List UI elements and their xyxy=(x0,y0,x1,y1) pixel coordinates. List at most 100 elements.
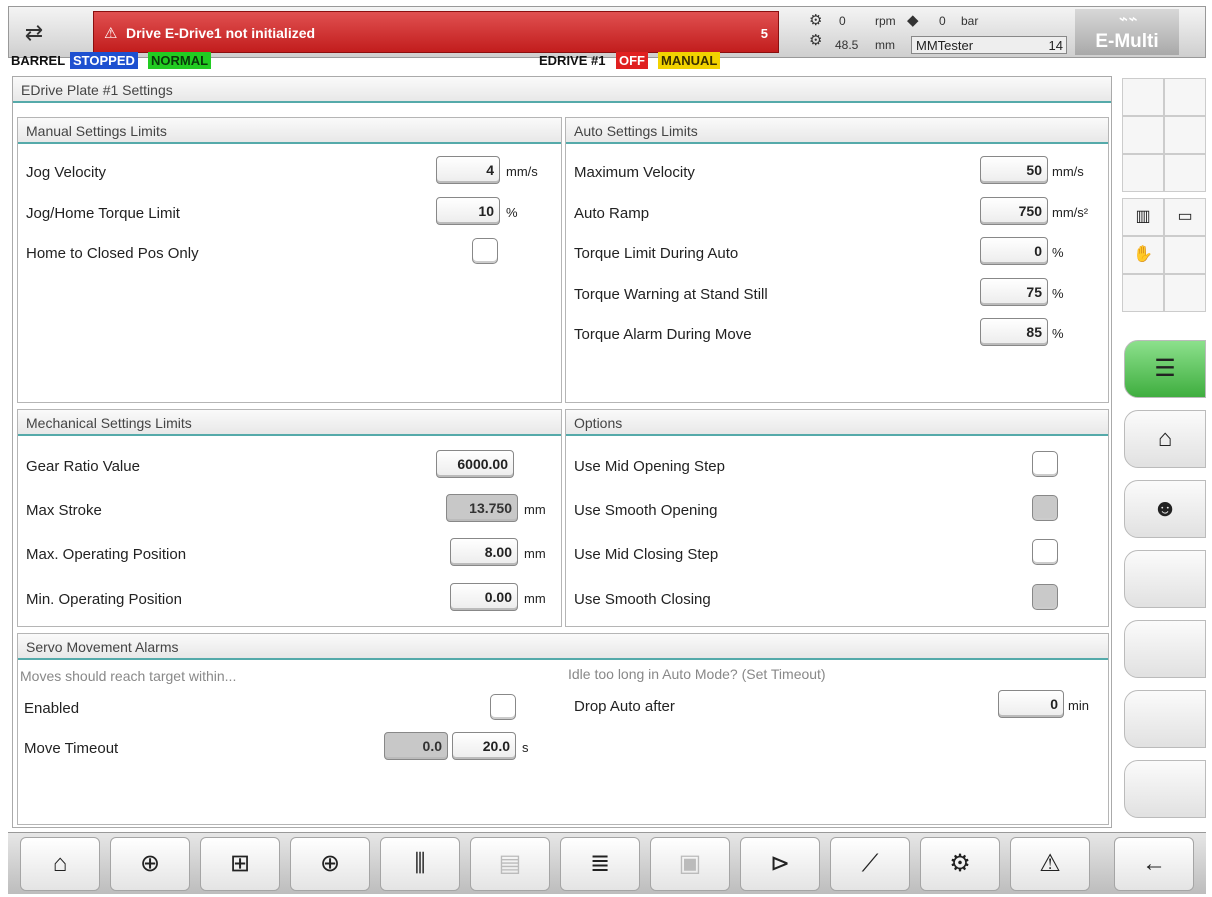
jog-torque-label: Jog/Home Torque Limit xyxy=(26,205,180,222)
display-icon[interactable]: ▭ xyxy=(1164,198,1206,236)
sidebar-slot-6[interactable] xyxy=(1164,154,1206,192)
logo-text: E-Multi xyxy=(1095,31,1159,52)
bottom-nav: ⌂ ⊕ ⊞ ⊕ ⫼ ▤ ≣ ▣ ⊳ ⟋ ⚙ ⚠ ← xyxy=(8,832,1206,894)
pressure-unit: bar xyxy=(961,14,979,28)
jog-torque-input[interactable]: 10 xyxy=(436,197,500,225)
move-timeout-input[interactable]: 20.0 xyxy=(452,732,516,760)
auto-ramp-label: Auto Ramp xyxy=(574,205,650,222)
list-icon[interactable]: ≣ xyxy=(560,837,640,891)
page-title: EDrive Plate #1 Settings xyxy=(13,77,1111,103)
robot-icon[interactable]: ▣ xyxy=(650,837,730,891)
jog-velocity-unit: mm/s xyxy=(506,164,538,179)
clamp-icon[interactable]: ⊞ xyxy=(200,837,280,891)
home-closed-label: Home to Closed Pos Only xyxy=(26,245,199,262)
sidebar-slot-2[interactable] xyxy=(1164,78,1206,116)
sidebar-blank-4[interactable] xyxy=(1124,760,1206,818)
chart-user-icon[interactable]: ⌂ xyxy=(1124,410,1206,468)
screw-speed-unit: rpm xyxy=(875,14,896,28)
alarm-count: 5 xyxy=(760,26,768,41)
production-icon[interactable]: ▤ xyxy=(470,837,550,891)
home-closed-checkbox[interactable] xyxy=(472,238,498,264)
user-name: MMTester xyxy=(916,38,974,53)
mid-opening-checkbox[interactable] xyxy=(1032,451,1058,477)
sidebar-slot-7[interactable] xyxy=(1164,236,1206,274)
auto-limits-section: Auto Settings Limits Maximum Velocity 50… xyxy=(565,117,1109,403)
gear-ratio-label: Gear Ratio Value xyxy=(26,458,140,475)
settings-list-icon[interactable]: ☰ xyxy=(1124,340,1206,398)
edrive-label: EDRIVE #1 xyxy=(539,53,606,68)
top-bar: ⇄ ⚠ Drive E-Drive1 not initialized 5 ⚙ ⚙… xyxy=(8,6,1206,58)
max-op-label: Max. Operating Position xyxy=(26,546,187,563)
sidebar-slot-8[interactable] xyxy=(1122,274,1164,312)
hand-manual-icon[interactable]: ✋ xyxy=(1122,236,1164,274)
alarm-message: Drive E-Drive1 not initialized xyxy=(126,25,316,41)
mechanical-section: Mechanical Settings Limits Gear Ratio Va… xyxy=(17,409,562,627)
user-level: 14 xyxy=(1048,38,1063,53)
sidebar-slot-5[interactable] xyxy=(1122,154,1164,192)
temperature-icon[interactable]: ⫼ xyxy=(380,837,460,891)
sidebar-slot-3[interactable] xyxy=(1122,116,1164,154)
servo-alarms-section: Servo Movement Alarms Moves should reach… xyxy=(17,633,1109,825)
move-timeout-unit: s xyxy=(522,740,529,755)
torque-alarm-input[interactable]: 85 xyxy=(980,318,1048,346)
smooth-closing-checkbox[interactable] xyxy=(1032,584,1058,610)
auto-ramp-input[interactable]: 750 xyxy=(980,197,1048,225)
home-icon[interactable]: ⌂ xyxy=(20,837,100,891)
operator-icon[interactable]: ☻ xyxy=(1124,480,1206,538)
max-velocity-label: Maximum Velocity xyxy=(574,164,695,181)
pressure-value: 0 xyxy=(939,14,946,28)
max-stroke-value: 13.750 xyxy=(446,494,518,522)
smooth-opening-checkbox[interactable] xyxy=(1032,495,1058,521)
max-stroke-label: Max Stroke xyxy=(26,502,102,519)
sidebar-slot-1[interactable] xyxy=(1122,78,1164,116)
max-velocity-input[interactable]: 50 xyxy=(980,156,1048,184)
servo-enabled-checkbox[interactable] xyxy=(490,694,516,720)
status-strip: BARREL STOPPED NORMAL EDRIVE #1 OFF MANU… xyxy=(8,52,1206,70)
sidebar-blank-1[interactable] xyxy=(1124,550,1206,608)
alarm-icon[interactable]: ⚠ xyxy=(1010,837,1090,891)
screw-position-unit: mm xyxy=(875,38,895,52)
torque-auto-label: Torque Limit During Auto xyxy=(574,245,739,262)
pressure-icon: ◆ xyxy=(907,12,919,29)
mold-icon[interactable]: ⊕ xyxy=(110,837,190,891)
smooth-opening-label: Use Smooth Opening xyxy=(574,502,718,519)
back-arrow-icon[interactable]: ← xyxy=(1114,837,1194,891)
injection-icon[interactable]: ⊕ xyxy=(290,837,370,891)
user-switch-icon[interactable]: ⇄ xyxy=(19,19,49,47)
barrel-label: BARREL xyxy=(11,53,66,68)
min-op-label: Min. Operating Position xyxy=(26,591,182,608)
settings-panel: EDrive Plate #1 Settings Manual Settings… xyxy=(12,76,1112,828)
torque-auto-unit: % xyxy=(1052,245,1064,260)
max-stroke-unit: mm xyxy=(524,502,546,517)
sidebar-slot-9[interactable] xyxy=(1164,274,1206,312)
settings-gears-icon[interactable]: ⚙ xyxy=(920,837,1000,891)
graph-icon[interactable]: ⟋ xyxy=(830,837,910,891)
drop-auto-input[interactable]: 0 xyxy=(998,690,1064,718)
torque-auto-input[interactable]: 0 xyxy=(980,237,1048,265)
max-velocity-unit: mm/s xyxy=(1052,164,1084,179)
min-op-input[interactable]: 0.00 xyxy=(450,583,518,611)
sidebar-blank-2[interactable] xyxy=(1124,620,1206,678)
jog-velocity-input[interactable]: 4 xyxy=(436,156,500,184)
gear-ratio-input[interactable]: 6000.00 xyxy=(436,450,514,478)
right-sidebar: ▥ ▭ ✋ ☰ ⌂ ☻ xyxy=(1122,76,1206,832)
barrel-mode-badge: NORMAL xyxy=(148,52,212,69)
manual-limits-title: Manual Settings Limits xyxy=(18,118,561,144)
auto-ramp-unit: mm/s² xyxy=(1052,205,1089,220)
alarm-banner[interactable]: ⚠ Drive E-Drive1 not initialized 5 xyxy=(93,11,779,53)
heater-icon[interactable]: ▥ xyxy=(1122,198,1164,236)
torque-alarm-label: Torque Alarm During Move xyxy=(574,326,752,343)
servo-alarms-title: Servo Movement Alarms xyxy=(18,634,1108,660)
torque-alarm-unit: % xyxy=(1052,326,1064,341)
sidebar-slot-4[interactable] xyxy=(1164,116,1206,154)
mid-closing-checkbox[interactable] xyxy=(1032,539,1058,565)
mechanical-title: Mechanical Settings Limits xyxy=(18,410,561,436)
max-op-input[interactable]: 8.00 xyxy=(450,538,518,566)
sidebar-blank-3[interactable] xyxy=(1124,690,1206,748)
torque-warning-input[interactable]: 75 xyxy=(980,278,1048,306)
ejector-icon[interactable]: ⊳ xyxy=(740,837,820,891)
logo-mark-icon: ⌁⌁ xyxy=(1117,11,1137,28)
edrive-mode-badge: MANUAL xyxy=(658,52,721,69)
screw-position-value: 48.5 xyxy=(835,38,859,52)
manual-limits-section: Manual Settings Limits Jog Velocity 4 mm… xyxy=(17,117,562,403)
